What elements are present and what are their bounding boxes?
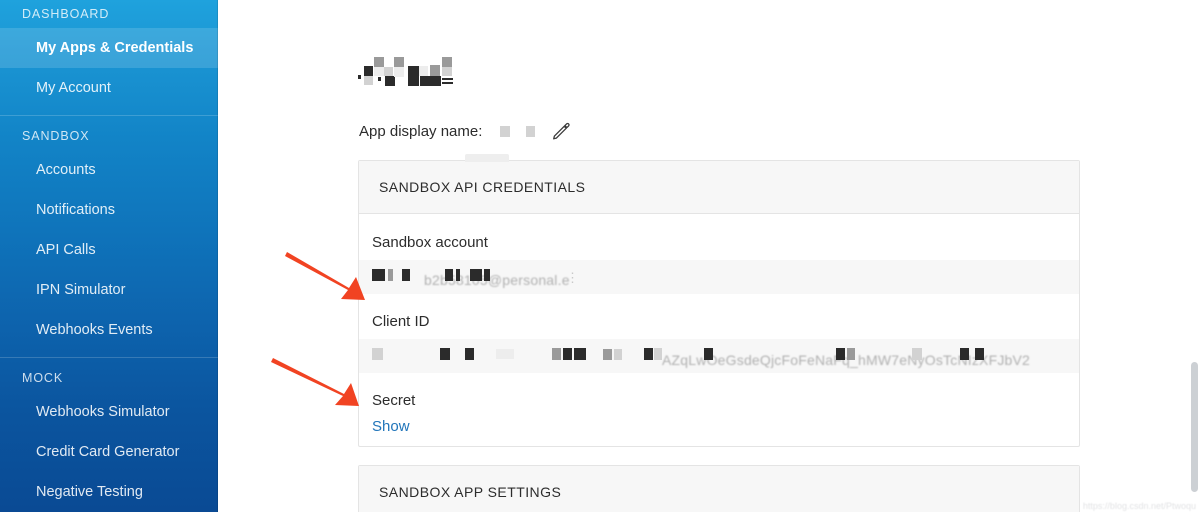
field-group-client-id: Client ID AZqLwOeGsdeQjcFoFeNaFq_hMW7eNy… <box>359 313 1079 373</box>
redaction-block <box>574 348 586 360</box>
watermark-text: https://blog.csdn.net/Ptwoqu <box>1082 501 1196 511</box>
sidebar-item-label: My Account <box>36 80 111 96</box>
sandbox-account-kebab-menu-icon[interactable]: ⋮ <box>566 271 579 284</box>
card-title: SANDBOX API CREDENTIALS <box>379 179 586 195</box>
sidebar-item-label: Notifications <box>36 202 115 218</box>
paypal-developer-dashboard: DASHBOARD My Apps & Credentials My Accou… <box>0 0 1200 512</box>
card-header-settings: SANDBOX APP SETTINGS <box>359 466 1079 512</box>
sidebar-item-notifications[interactable]: Notifications <box>0 190 218 230</box>
field-label-client-id: Client ID <box>372 313 430 330</box>
sidebar-divider-1 <box>0 115 218 116</box>
redaction-block <box>456 269 460 281</box>
redaction-block <box>614 348 622 360</box>
card-title: SANDBOX APP SETTINGS <box>379 484 562 500</box>
redaction-block <box>912 348 922 360</box>
redaction-block <box>603 348 612 360</box>
field-label-secret: Secret <box>372 392 416 409</box>
sidebar-item-my-apps-and-credentials[interactable]: My Apps & Credentials <box>0 28 218 68</box>
redaction-block <box>552 348 561 360</box>
redaction-block <box>500 125 511 137</box>
sidebar-item-credit-card-generator[interactable]: Credit Card Generator <box>0 432 218 472</box>
redaction-block <box>644 348 653 360</box>
sidebar-section-dashboard: DASHBOARD My Apps & Credentials My Accou… <box>0 0 218 108</box>
redaction-block <box>975 348 984 360</box>
sidebar-section-header-sandbox: SANDBOX <box>22 129 90 143</box>
card-body-credentials: Sandbox account b2b58105@personal.e ⋮ Cl… <box>359 214 1079 436</box>
field-value-client-id[interactable]: AZqLwOeGsdeQjcFoFeNaFq_hMW7eNyOsTcNIzXFJ… <box>359 339 1079 373</box>
sidebar-section-header-mock: MOCK <box>22 371 64 385</box>
field-label-sandbox-account: Sandbox account <box>372 234 488 251</box>
redaction-block <box>402 269 410 281</box>
main-content: App display name: SANDBOX API CREDENTIAL… <box>218 0 1200 512</box>
card-sandbox-app-settings: SANDBOX APP SETTINGS <box>358 465 1080 512</box>
redaction-block <box>563 348 572 360</box>
sidebar-item-label: Webhooks Simulator <box>36 404 170 420</box>
sidebar-item-webhooks-simulator[interactable]: Webhooks Simulator <box>0 392 218 432</box>
page-scrollbar-track[interactable] <box>1189 0 1200 512</box>
sidebar-item-api-calls[interactable]: API Calls <box>0 230 218 270</box>
field-value-sandbox-account[interactable]: b2b58105@personal.e ⋮ <box>359 260 1079 294</box>
sidebar-item-negative-testing[interactable]: Negative Testing <box>0 472 218 512</box>
sidebar-section-sandbox: SANDBOX Accounts Notifications API Calls… <box>0 122 218 350</box>
sidebar-item-label: IPN Simulator <box>36 282 126 298</box>
secret-show-link[interactable]: Show <box>359 418 410 435</box>
redaction-block <box>496 349 514 359</box>
app-display-name-label: App display name: <box>359 122 483 140</box>
redaction-block <box>372 269 385 281</box>
sidebar-item-my-account[interactable]: My Account <box>0 68 218 108</box>
redaction-block <box>388 269 393 281</box>
redaction-block <box>465 348 474 360</box>
redaction-block <box>960 348 969 360</box>
sidebar-divider-2 <box>0 357 218 358</box>
sidebar-item-label: Accounts <box>36 162 96 178</box>
app-title-redacted <box>358 57 462 89</box>
redaction-block <box>372 348 383 360</box>
app-display-name-row: App display name: <box>359 120 571 142</box>
card-notch-decoration <box>465 154 509 162</box>
sidebar-item-ipn-simulator[interactable]: IPN Simulator <box>0 270 218 310</box>
sidebar-item-label: Credit Card Generator <box>36 444 180 460</box>
sidebar-item-label: Webhooks Events <box>36 322 153 338</box>
pencil-icon[interactable] <box>551 121 571 141</box>
redaction-block <box>704 348 713 360</box>
sidebar-item-label: My Apps & Credentials <box>36 40 194 56</box>
card-header-credentials: SANDBOX API CREDENTIALS <box>359 161 1079 214</box>
redaction-block <box>526 125 536 137</box>
card-sandbox-api-credentials: SANDBOX API CREDENTIALS Sandbox account … <box>358 154 1080 447</box>
redaction-block <box>484 269 490 281</box>
redaction-block <box>470 269 482 281</box>
field-group-sandbox-account: Sandbox account b2b58105@personal.e ⋮ <box>359 234 1079 294</box>
sidebar-item-webhooks-events[interactable]: Webhooks Events <box>0 310 218 350</box>
sidebar-item-label: Negative Testing <box>36 484 143 500</box>
sidebar-section-mock: MOCK Webhooks Simulator Credit Card Gene… <box>0 364 218 512</box>
redaction-block <box>445 269 453 281</box>
field-group-secret: Secret Show <box>359 392 1079 436</box>
redaction-block <box>836 348 845 360</box>
redaction-block <box>654 348 662 360</box>
sidebar-item-accounts[interactable]: Accounts <box>0 150 218 190</box>
app-display-name-value-redacted <box>500 125 536 137</box>
sidebar-item-label: API Calls <box>36 242 96 258</box>
redaction-block <box>440 348 450 360</box>
page-scrollbar-thumb[interactable] <box>1191 362 1198 492</box>
redaction-block <box>847 348 855 360</box>
sidebar-navigation: DASHBOARD My Apps & Credentials My Accou… <box>0 0 218 512</box>
sidebar-section-header-dashboard: DASHBOARD <box>22 7 110 21</box>
